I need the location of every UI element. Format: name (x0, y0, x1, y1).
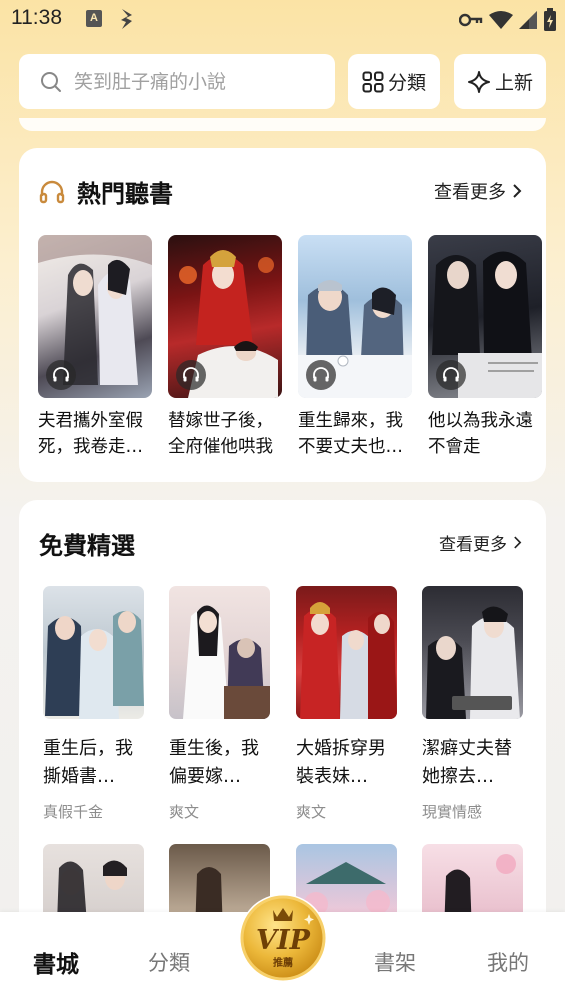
book-cover (422, 586, 523, 719)
book-cover (296, 586, 397, 719)
chevron-right-icon (513, 184, 522, 198)
new-releases-button[interactable]: 上新 (454, 54, 546, 109)
audiobook-item[interactable]: 夫君攜外室假死，我卷走… (38, 235, 152, 460)
charging-icon (118, 7, 136, 35)
notification-a-icon: A (86, 10, 102, 27)
book-cover (428, 235, 542, 398)
free-book-item[interactable]: 重生后，我撕婚書… 真假千金 (43, 586, 144, 822)
battery-icon (544, 8, 556, 31)
search-icon (41, 71, 61, 92)
sparkle-icon (467, 70, 490, 93)
grid-icon (362, 71, 384, 92)
section-header: 免費精選 查看更多 (19, 500, 546, 580)
vip-sub-label: 推薦 (273, 958, 293, 969)
audio-badge (306, 360, 336, 390)
audio-badge (176, 360, 206, 390)
book-cover (298, 235, 412, 398)
headphones-icon (313, 367, 329, 382)
see-more-link[interactable]: 查看更多 (439, 530, 522, 555)
free-picks-card: 免費精選 查看更多 重生后，我撕婚書… 真假千金 重生後，我偏要嫁… 爽文 大婚… (19, 500, 546, 930)
free-book-item[interactable]: 潔癖丈夫替她擦去… 現實情感 (422, 586, 523, 822)
headphones-icon (53, 367, 69, 382)
audio-badge (46, 360, 76, 390)
book-title: 夫君攜外室假死，我卷走… (38, 411, 143, 457)
category-button[interactable]: 分類 (348, 54, 440, 109)
audiobook-item[interactable]: 替嫁世子後，全府催他哄我 (168, 235, 282, 460)
nav-category[interactable]: 分類 (148, 947, 190, 977)
vip-recommend-button[interactable]: VIP 推薦 (237, 888, 329, 982)
section-header: 熱門聽書 查看更多 (19, 148, 546, 228)
book-tag: 爽文 (169, 803, 200, 821)
audiobook-item[interactable]: 他以為我永遠不會走 (428, 235, 542, 460)
search-input[interactable] (74, 70, 324, 93)
clock: 11:38 (11, 6, 62, 29)
headphones-icon (39, 180, 65, 204)
hot-audiobooks-card: 熱門聽書 查看更多 夫君攜外室假死，我卷走… 替嫁世子後，全府催他哄我 重生歸來… (19, 148, 546, 482)
book-title: 重生后，我撕婚書… (43, 738, 133, 787)
nav-profile[interactable]: 我的 (487, 947, 529, 977)
book-cover (43, 586, 144, 719)
headphones-icon (443, 367, 459, 382)
search-bar[interactable] (19, 54, 335, 109)
book-tag: 爽文 (296, 803, 327, 821)
book-title: 重生後，我偏要嫁… (169, 738, 259, 787)
headphones-icon (183, 367, 199, 382)
book-title: 潔癖丈夫替她擦去… (422, 738, 512, 787)
audio-badge (436, 360, 466, 390)
previous-card-bottom (19, 118, 546, 131)
book-title: 重生歸來，我不要丈夫也… (298, 411, 403, 457)
book-cover (169, 586, 270, 719)
see-more-label: 查看更多 (439, 535, 507, 555)
book-cover (168, 235, 282, 398)
signal-icon (519, 11, 537, 29)
new-releases-button-label: 上新 (494, 72, 533, 94)
see-more-link[interactable]: 查看更多 (434, 178, 522, 204)
section-title: 熱門聽書 (77, 180, 173, 208)
audiobook-item[interactable]: 重生歸來，我不要丈夫也… (298, 235, 412, 460)
vpn-key-icon (459, 13, 483, 27)
book-tag: 真假千金 (43, 803, 104, 821)
book-tag: 現實情感 (422, 803, 483, 821)
vip-label: VIP (256, 925, 310, 956)
status-bar: 11:38 A (0, 0, 565, 40)
book-cover (38, 235, 152, 398)
free-book-item[interactable]: 重生後，我偏要嫁… 爽文 (169, 586, 270, 822)
category-button-label: 分類 (387, 72, 426, 94)
chevron-right-icon (514, 536, 522, 549)
wifi-icon (489, 11, 513, 29)
book-title: 替嫁世子後，全府催他哄我 (168, 411, 273, 457)
nav-bookshelf[interactable]: 書架 (374, 947, 416, 977)
book-title: 他以為我永遠不會走 (428, 411, 533, 457)
status-icons (459, 8, 557, 32)
nav-bookstore[interactable]: 書城 (33, 945, 79, 979)
section-title: 免費精選 (39, 532, 135, 560)
free-book-item[interactable]: 大婚拆穿男裝表妹… 爽文 (296, 586, 397, 822)
book-title: 大婚拆穿男裝表妹… (296, 738, 386, 787)
see-more-label: 查看更多 (434, 182, 506, 203)
